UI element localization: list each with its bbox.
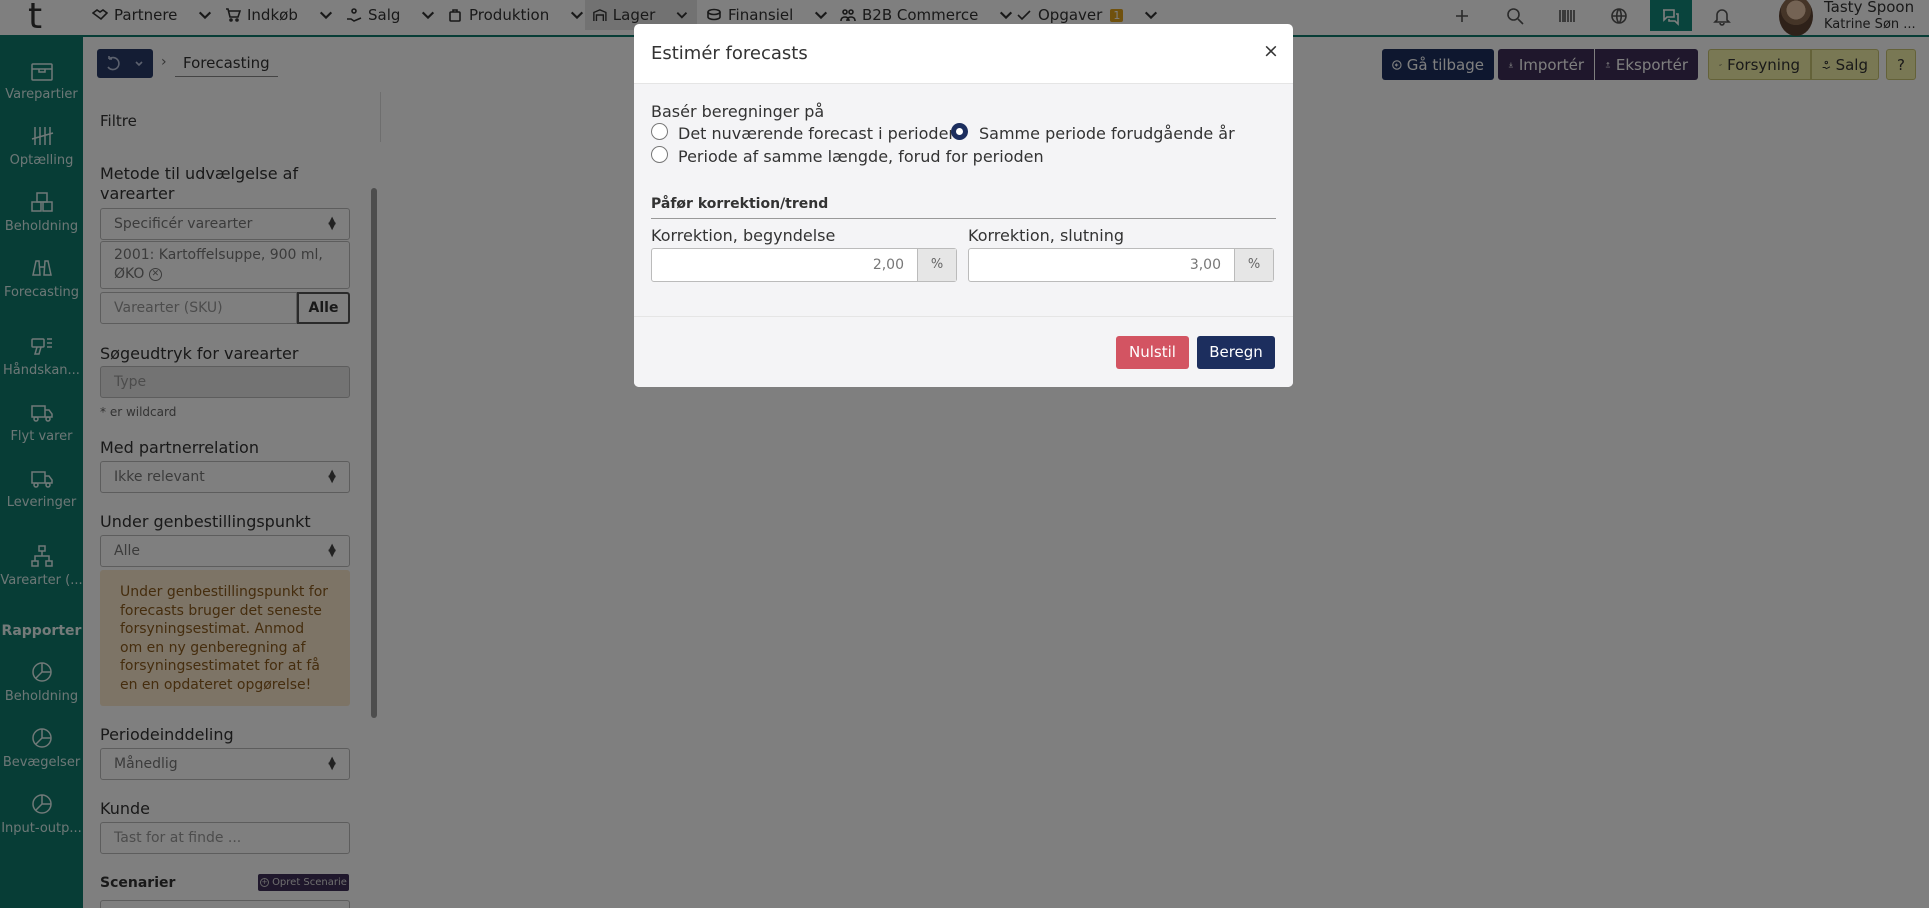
correction-start-field[interactable]: 2,00 % [651, 248, 957, 282]
radio-same-period-last-year-label[interactable]: Samme periode forudgående år [979, 124, 1235, 143]
modal-footer: Nulstil Beregn [634, 316, 1293, 387]
calculate-button[interactable]: Beregn [1197, 336, 1275, 369]
correction-end-label: Korrektion, slutning [968, 226, 1125, 245]
estimate-forecasts-dialog: Estimér forecasts × Basér beregninger på… [634, 24, 1293, 387]
percent-addon: % [917, 249, 956, 281]
modal-title: Estimér forecasts [651, 43, 808, 64]
percent-addon: % [1234, 249, 1273, 281]
radio-current-forecast[interactable] [651, 123, 668, 140]
reset-button[interactable]: Nulstil [1116, 336, 1189, 369]
correction-end-value[interactable]: 3,00 [969, 249, 1234, 281]
modal-header: Estimér forecasts × [634, 24, 1293, 84]
radio-prior-period-label[interactable]: Periode af samme længde, forud for perio… [678, 147, 1044, 166]
radio-same-period-last-year[interactable] [951, 123, 968, 140]
close-icon[interactable]: × [1263, 40, 1279, 62]
correction-start-label: Korrektion, begyndelse [651, 226, 836, 245]
radio-current-forecast-label[interactable]: Det nuværende forecast i perioden [678, 124, 959, 143]
radio-prior-period[interactable] [651, 146, 668, 163]
base-label: Basér beregninger på [651, 102, 825, 121]
correction-start-value[interactable]: 2,00 [652, 249, 917, 281]
correction-end-field[interactable]: 3,00 % [968, 248, 1274, 282]
modal-body: Basér beregninger på Det nuværende forec… [634, 84, 1293, 316]
correction-heading: Påfør korrektion/trend [651, 196, 1276, 219]
